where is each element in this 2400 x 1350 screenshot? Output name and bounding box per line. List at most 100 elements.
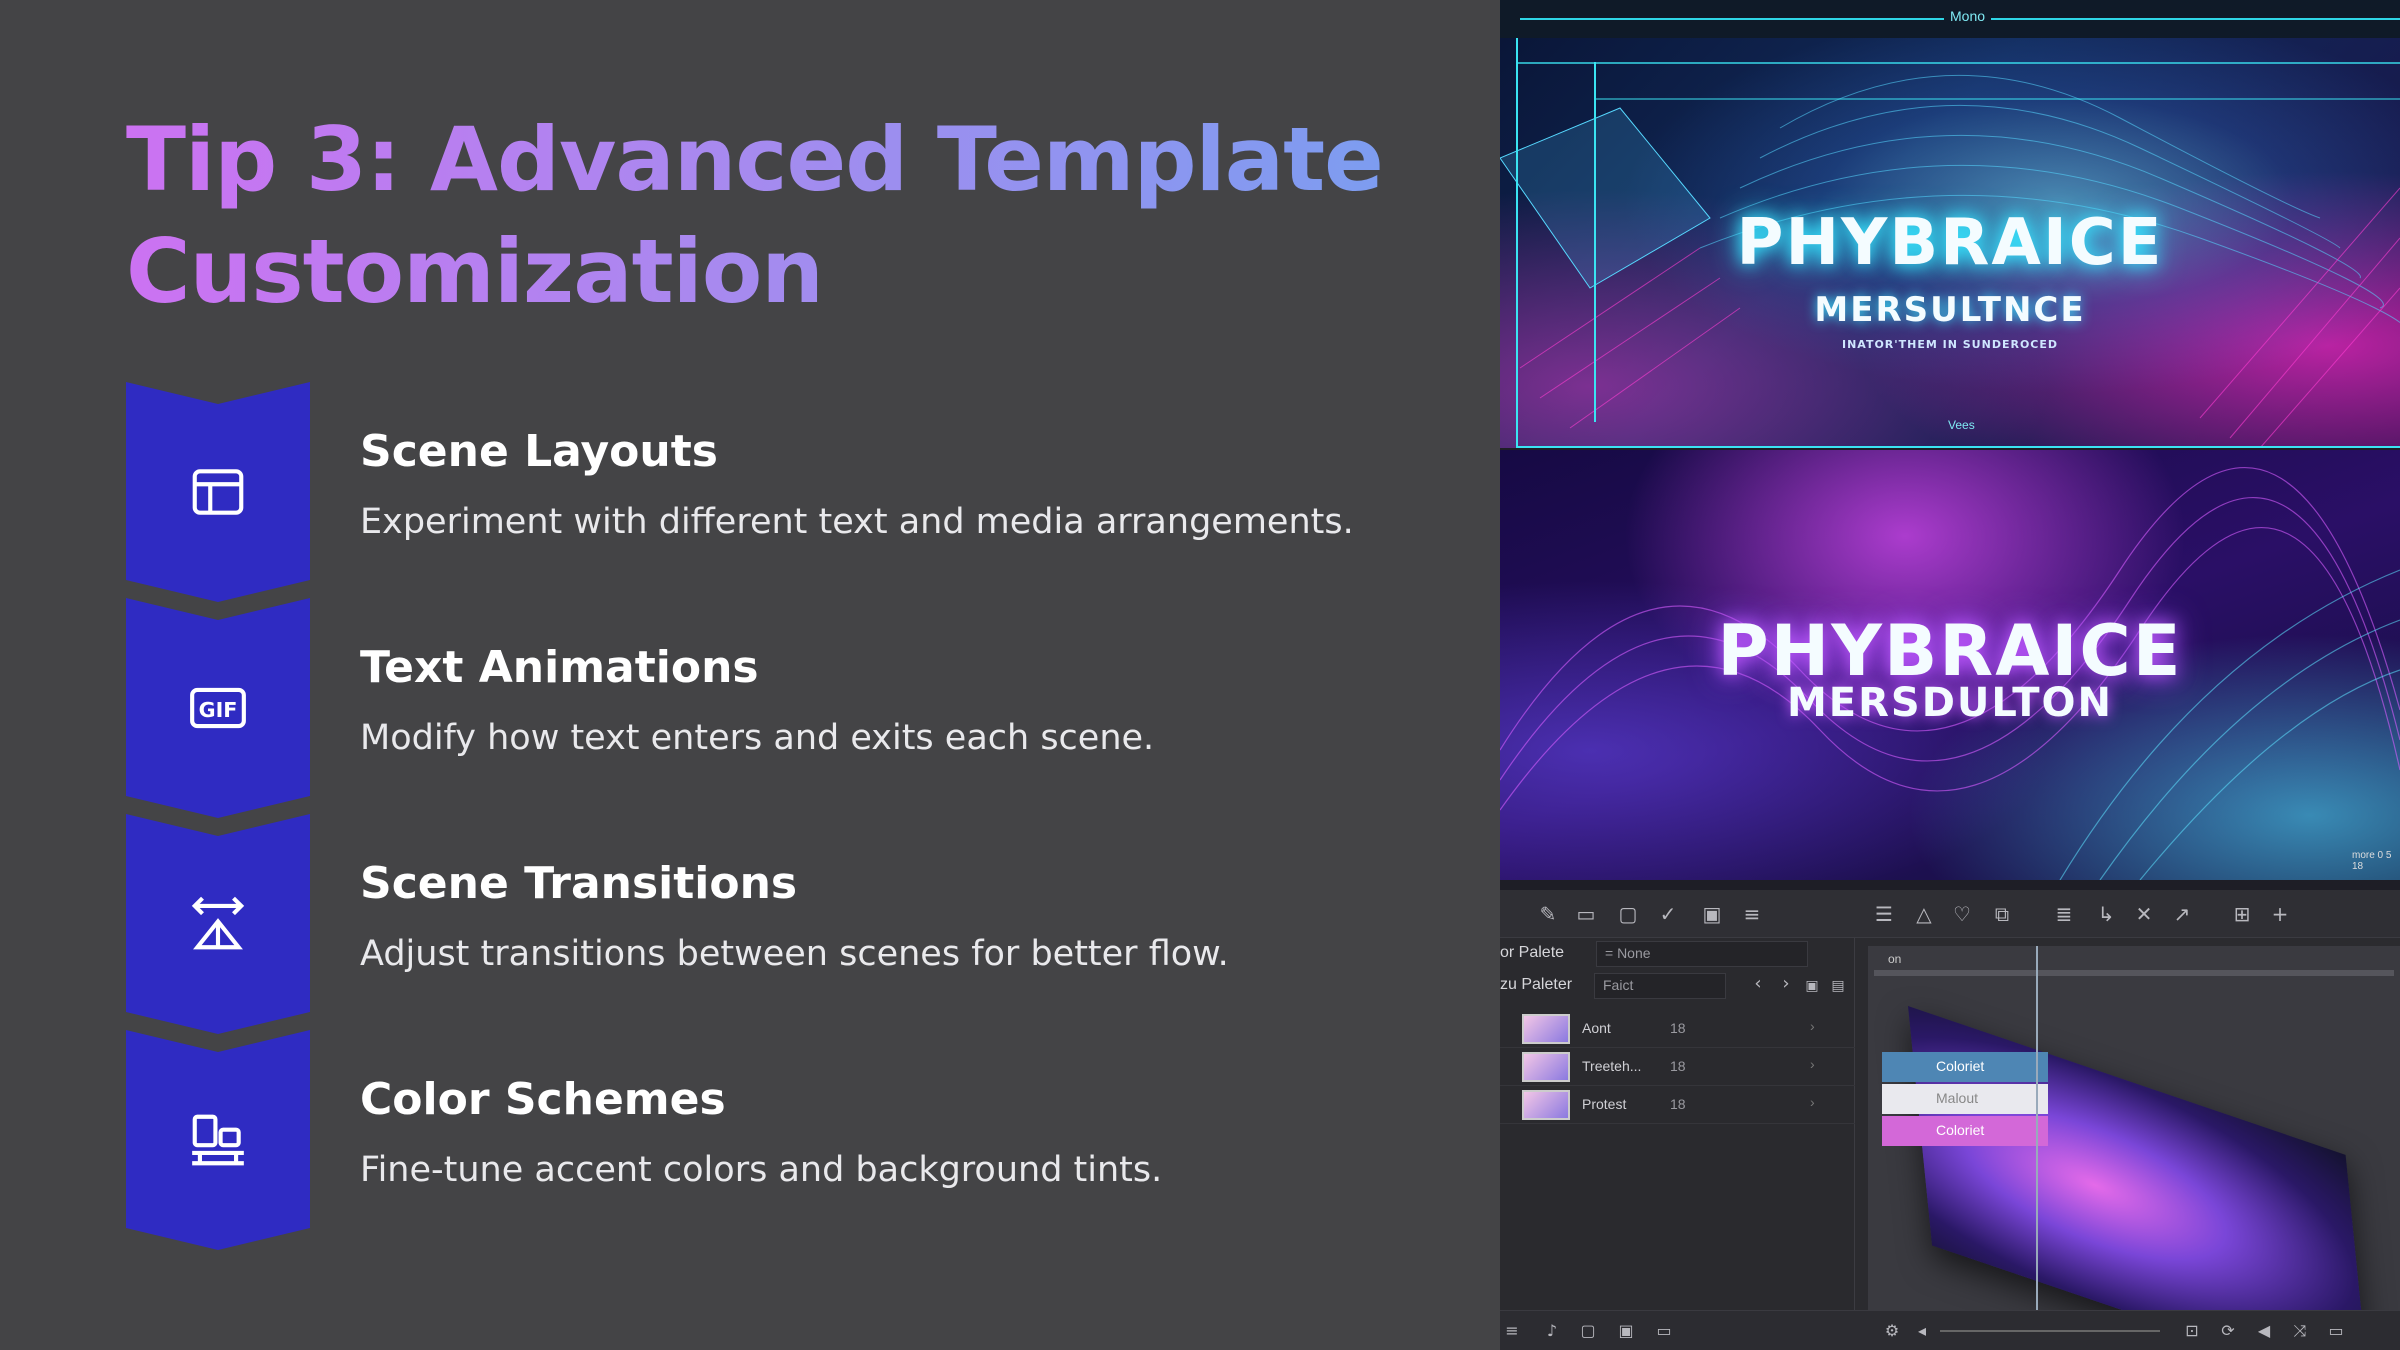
file-icon[interactable]: ▭ (1574, 902, 1598, 926)
guide-label: Vees (1948, 418, 1975, 432)
color-scheme-icon (192, 1114, 244, 1166)
playhead[interactable] (2036, 946, 2038, 1326)
tip-scene-layouts: Scene Layouts Experiment with different … (126, 382, 1426, 602)
screen-icon[interactable]: ▭ (2324, 1319, 2348, 1343)
menu-item[interactable]: Coloriet (1882, 1116, 2048, 1146)
tip-text-animations: GIF Text Animations Modify how text ente… (126, 598, 1426, 818)
layer-thumbnail (1522, 1014, 1570, 1044)
list-icon[interactable]: ≣ (2052, 902, 2076, 926)
transition-icon (191, 896, 245, 950)
preview1-subheadline: MERSULTNCE (1814, 290, 2086, 330)
layer-thumbnail (1522, 1052, 1570, 1082)
tip-chevron (126, 814, 310, 1034)
save-icon[interactable]: ▣ (1700, 902, 1724, 926)
film-icon[interactable]: ▣ (1614, 1319, 1638, 1343)
gif-icon: GIF (190, 687, 246, 729)
shape-icon[interactable]: ♡ (1950, 902, 1974, 926)
layers-icon[interactable]: ≡ (1500, 1319, 1524, 1343)
tip-title: Scene Layouts (360, 426, 718, 477)
tip-description: Adjust transitions between scenes for be… (360, 934, 1229, 974)
add-icon[interactable]: + (2268, 902, 2292, 926)
tip-title: Color Schemes (360, 1074, 726, 1125)
layer-thumbnail (1522, 1090, 1570, 1120)
shuffle-icon[interactable]: ⤨ (2288, 1319, 2312, 1343)
triangle-icon[interactable]: △ (1912, 902, 1936, 926)
grid-icon[interactable]: ⊞ (2230, 902, 2254, 926)
layer-row[interactable]: Protest 18 › (1500, 1086, 1855, 1124)
layer-value: 18 (1670, 1058, 1686, 1074)
layout-icon (192, 469, 244, 515)
chevron-right-icon[interactable]: › (1810, 1094, 1815, 1110)
paleter-row: zu Paleter Faict ‹ › ▣ ▤ (1500, 970, 1855, 1002)
preview1-tagline: INATOR'THEM IN SUNDEROCED (1841, 338, 2059, 351)
slide-title: Tip 3: Advanced Template Customization (126, 104, 1426, 328)
audio-icon[interactable]: ♪ (1540, 1319, 1564, 1343)
loop-icon[interactable]: ⟳ (2216, 1319, 2240, 1343)
preview-frame-2: PHYBRAICE MERSDULTON more 0 5 18 (1500, 450, 2400, 880)
volume-slider[interactable] (1940, 1330, 2160, 1332)
menu-item[interactable]: Malout (1882, 1084, 2048, 1114)
tip-title: Scene Transitions (360, 858, 798, 909)
folder-icon[interactable]: ▭ (1652, 1319, 1676, 1343)
layer-value: 18 (1670, 1020, 1686, 1036)
tip-description: Fine-tune accent colors and background t… (360, 1150, 1163, 1190)
rewind-icon[interactable]: ◀ (2252, 1319, 2276, 1343)
editor-screenshot: Mono PHYBRAICE MERSULTNCE INATOR'THEM IN… (1500, 0, 2400, 1350)
preview2-badge: more 0 5 18 (2352, 850, 2392, 872)
save-icon[interactable]: ▣ (1800, 974, 1824, 998)
transform-icon[interactable]: ⧉ (1990, 902, 2014, 926)
paleter-select[interactable]: Faict (1594, 973, 1726, 999)
slide-title-line1: Tip 3: Advanced Template (126, 108, 1383, 211)
table-icon[interactable]: ▤ (1826, 974, 1850, 998)
tip-description: Experiment with different text and media… (360, 502, 1354, 542)
preview1-headline: PHYBRAICE (1736, 206, 2164, 280)
layer-name: Treeteh... (1582, 1058, 1642, 1074)
editor-toolbar: ✎ ▭ ▢ ✓ ▣ ≡ ☰ △ ♡ ⧉ ≣ ↳ ✕ ↗ ⊞ + (1500, 890, 2400, 938)
layer-name: Aont (1582, 1020, 1611, 1036)
layer-row[interactable]: Treeteh... 18 › (1500, 1048, 1855, 1086)
close-icon[interactable]: ✕ (2132, 902, 2156, 926)
editor-bottom-bar: ≡ ♪ ▢ ▣ ▭ ⚙ ◂ ⊡ ⟳ ◀ ⤨ ▭ (1500, 1310, 2400, 1350)
palette-select[interactable]: = None (1596, 941, 1808, 967)
palette-label: or Palete (1500, 944, 1565, 961)
chevron-right-icon[interactable]: › (1810, 1018, 1815, 1034)
curve-icon[interactable]: ↗ (2170, 902, 2194, 926)
top-ruler: Mono (1500, 0, 2400, 38)
pen-icon[interactable]: ✎ (1536, 902, 1560, 926)
fit-icon[interactable]: ⊡ (2180, 1319, 2204, 1343)
timeline-scrubber[interactable] (1874, 970, 2394, 976)
preview-frame-1: PHYBRAICE MERSULTNCE INATOR'THEM IN SUND… (1500, 38, 2400, 448)
tip-chevron (126, 382, 310, 602)
tip-chevron: GIF (126, 598, 310, 818)
tip-scene-transitions: Scene Transitions Adjust transitions bet… (126, 814, 1426, 1034)
volume-icon[interactable]: ◂ (1910, 1319, 1934, 1343)
menu-item[interactable]: Coloriet (1882, 1052, 2048, 1082)
ruler-label: Mono (1944, 8, 1992, 24)
tip-chevron (126, 1030, 310, 1250)
stack-icon[interactable]: ≡ (1740, 902, 1764, 926)
chevron-right-icon[interactable]: › (1810, 1056, 1815, 1072)
layer-name: Protest (1582, 1096, 1627, 1112)
folder-icon[interactable]: ▢ (1616, 902, 1640, 926)
paleter-label: zu Paleter (1500, 976, 1573, 993)
check-icon[interactable]: ✓ (1656, 902, 1680, 926)
menu-icon[interactable]: ☰ (1872, 902, 1896, 926)
preview2-subheadline: MERSDULTON (1786, 680, 2114, 726)
layer-row[interactable]: Aont 18 › (1500, 1010, 1855, 1048)
palette-row: or Palete = None (1500, 938, 1855, 970)
chevron-right-icon[interactable]: › (1774, 972, 1798, 996)
svg-text:GIF: GIF (199, 698, 238, 722)
crop-icon[interactable]: ▢ (1576, 1319, 1600, 1343)
palette-panel: or Palete = None zu Paleter Faict ‹ › ▣ … (1500, 938, 1855, 1350)
tip-description: Modify how text enters and exits each sc… (360, 718, 1155, 758)
tip-color-schemes: Color Schemes Fine-tune accent colors an… (126, 1030, 1426, 1250)
tip-title: Text Animations (360, 642, 759, 693)
editor-window: ✎ ▭ ▢ ✓ ▣ ≡ ☰ △ ♡ ⧉ ≣ ↳ ✕ ↗ ⊞ + or Palet… (1500, 890, 2400, 1350)
canvas-tab[interactable]: on (1888, 952, 1901, 966)
settings-icon[interactable]: ⚙ (1880, 1319, 1904, 1343)
slide-title-line2: Customization (126, 220, 823, 323)
context-menu: Coloriet Malout Coloriet (1882, 1052, 2048, 1148)
select-icon[interactable]: ↳ (2094, 902, 2118, 926)
canvas-view[interactable]: on Coloriet Malout Coloriet (1868, 946, 2400, 1350)
chevron-left-icon[interactable]: ‹ (1746, 972, 1770, 996)
